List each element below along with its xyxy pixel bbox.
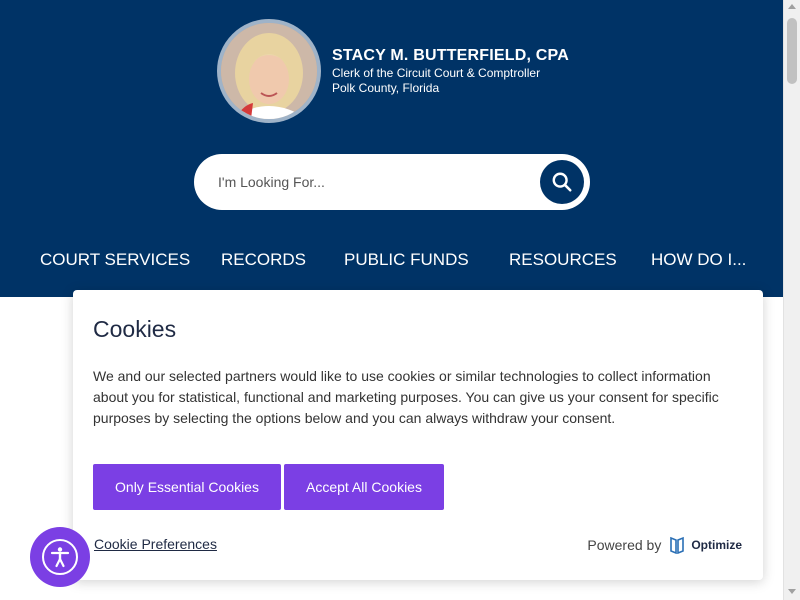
main-nav: COURT SERVICES RECORDS PUBLIC FUNDS RESO… — [0, 249, 783, 273]
search-bar — [194, 154, 590, 210]
clerk-title: Clerk of the Circuit Court & Comptroller — [332, 66, 541, 80]
clerk-location: Polk County, Florida — [332, 81, 440, 95]
nav-public-funds[interactable]: PUBLIC FUNDS — [344, 249, 469, 271]
scrollbar-thumb[interactable] — [787, 18, 797, 84]
nav-court-services[interactable]: COURT SERVICES — [40, 249, 190, 271]
site-header: STACY M. BUTTERFIELD, CPA Clerk of the C… — [0, 0, 783, 297]
optimize-brand-name: Optimize — [691, 538, 742, 552]
vertical-scrollbar[interactable] — [783, 0, 800, 600]
search-input[interactable] — [218, 170, 518, 194]
accept-all-cookies-button[interactable]: Accept All Cookies — [284, 464, 444, 510]
nav-records[interactable]: RECORDS — [221, 249, 306, 271]
cookie-banner: Cookies We and our selected partners wou… — [73, 290, 763, 580]
clerk-profile: STACY M. BUTTERFIELD, CPA Clerk of the C… — [217, 19, 569, 123]
clerk-name: STACY M. BUTTERFIELD, CPA — [332, 47, 569, 64]
cookie-description: We and our selected partners would like … — [93, 368, 719, 426]
nav-how-do-i[interactable]: HOW DO I... — [651, 249, 746, 271]
powered-by: Powered by Optimize — [587, 536, 742, 554]
nav-resources[interactable]: RESOURCES — [509, 249, 617, 271]
portrait-image — [221, 23, 317, 119]
optimize-brand: Optimize — [669, 536, 742, 554]
cookie-title: Cookies — [93, 316, 177, 342]
clerk-portrait — [217, 19, 321, 123]
accessibility-button[interactable] — [30, 527, 90, 587]
search-button[interactable] — [540, 160, 584, 204]
accessibility-icon — [42, 539, 78, 575]
cookie-preferences-link[interactable]: Cookie Preferences — [94, 536, 217, 552]
only-essential-cookies-button[interactable]: Only Essential Cookies — [93, 464, 281, 510]
powered-by-label: Powered by — [587, 537, 662, 553]
search-icon — [552, 172, 572, 192]
optimize-logo-icon — [670, 536, 685, 554]
page: STACY M. BUTTERFIELD, CPA Clerk of the C… — [0, 0, 800, 600]
scroll-up-arrow-icon[interactable] — [788, 4, 796, 9]
scroll-down-arrow-icon[interactable] — [788, 589, 796, 594]
clerk-info: STACY M. BUTTERFIELD, CPA Clerk of the C… — [332, 46, 569, 96]
